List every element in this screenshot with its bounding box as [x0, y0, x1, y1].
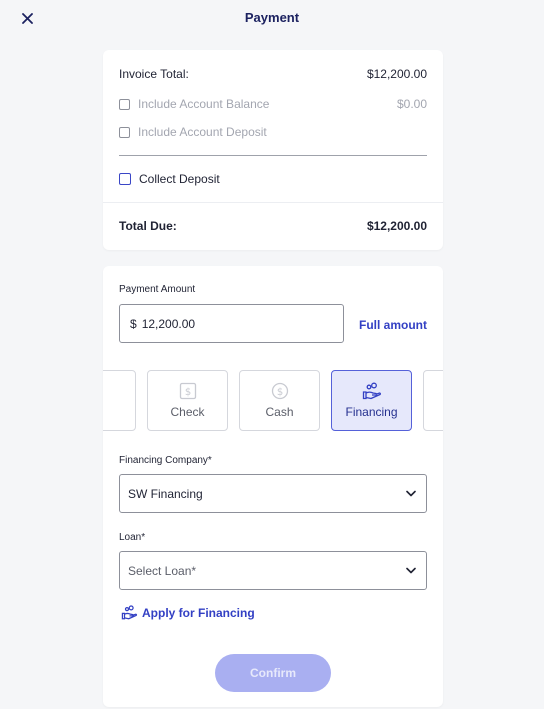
include-balance-checkbox[interactable]	[119, 98, 130, 110]
include-balance-option[interactable]: Include Account Balance	[119, 97, 269, 111]
financing-company-select[interactable]: SW Financing	[119, 474, 427, 513]
chevron-down-icon	[406, 490, 416, 497]
currency-symbol: $	[130, 316, 137, 331]
collect-deposit-label: Collect Deposit	[139, 172, 220, 186]
invoice-total-value: $12,200.00	[366, 67, 427, 81]
svg-text:$: $	[276, 387, 282, 398]
method-label: Cash	[265, 405, 294, 419]
cash-icon: $	[271, 382, 288, 400]
include-deposit-row: Include Account Deposit	[119, 125, 427, 139]
apply-for-financing-label: Apply for Financing	[142, 605, 255, 620]
full-amount-button[interactable]: Full amount	[359, 318, 427, 332]
include-deposit-checkbox[interactable]	[119, 126, 130, 138]
payment-method-cash[interactable]: $ Cash	[239, 370, 320, 431]
method-label: Check	[170, 405, 205, 419]
include-balance-label: Include Account Balance	[138, 97, 270, 111]
svg-text:$: $	[184, 387, 190, 398]
financing-company-value: SW Financing	[128, 486, 203, 501]
payment-method-partial[interactable]	[103, 370, 136, 431]
chevron-down-icon	[406, 567, 416, 574]
invoice-total-row: Invoice Total: $12,200.00	[119, 67, 427, 81]
loan-select[interactable]: Select Loan*	[119, 551, 427, 590]
total-due-row: Total Due: $12,200.00	[119, 219, 427, 233]
loan-placeholder: Select Loan*	[128, 563, 197, 578]
invoice-total-label: Invoice Total:	[119, 67, 189, 81]
payment-card: Payment Amount $ 12,200.00 Full amount $…	[103, 266, 443, 707]
method-label: Financing	[345, 405, 398, 419]
financing-icon	[362, 382, 381, 400]
collect-deposit-row: Collect Deposit	[119, 172, 427, 186]
payment-amount-label: Payment Amount	[119, 284, 196, 295]
total-due-value: $12,200.00	[366, 219, 427, 233]
collect-deposit-checkbox[interactable]	[119, 173, 131, 185]
include-deposit-option[interactable]: Include Account Deposit	[119, 125, 267, 139]
loan-label: Loan*	[119, 532, 146, 543]
include-balance-row: Include Account Balance $0.00	[119, 97, 427, 111]
check-icon: $	[179, 382, 196, 400]
apply-for-financing-button[interactable]: Apply for Financing	[121, 605, 255, 620]
total-due-label: Total Due:	[119, 219, 177, 233]
page-title: Payment	[244, 10, 300, 25]
invoice-summary-card: Invoice Total: $12,200.00 Include Accoun…	[103, 50, 443, 250]
header: Payment	[0, 0, 544, 36]
payment-method-partial[interactable]	[423, 370, 443, 431]
confirm-button[interactable]: Confirm	[215, 654, 331, 692]
financing-icon	[121, 605, 138, 620]
financing-company-label: Financing Company*	[119, 455, 212, 466]
include-deposit-label: Include Account Deposit	[138, 125, 267, 139]
collect-deposit-option[interactable]: Collect Deposit	[119, 172, 220, 186]
payment-method-financing[interactable]: Financing	[331, 370, 412, 431]
payment-amount-input[interactable]: $ 12,200.00	[119, 304, 344, 343]
payment-method-check[interactable]: $ Check	[147, 370, 228, 431]
payment-method-selector: $ Check $ Cash Financing	[103, 370, 443, 431]
include-balance-value: $0.00	[396, 97, 427, 111]
divider	[119, 155, 427, 156]
payment-amount-value: 12,200.00	[141, 316, 196, 331]
divider	[103, 202, 443, 203]
